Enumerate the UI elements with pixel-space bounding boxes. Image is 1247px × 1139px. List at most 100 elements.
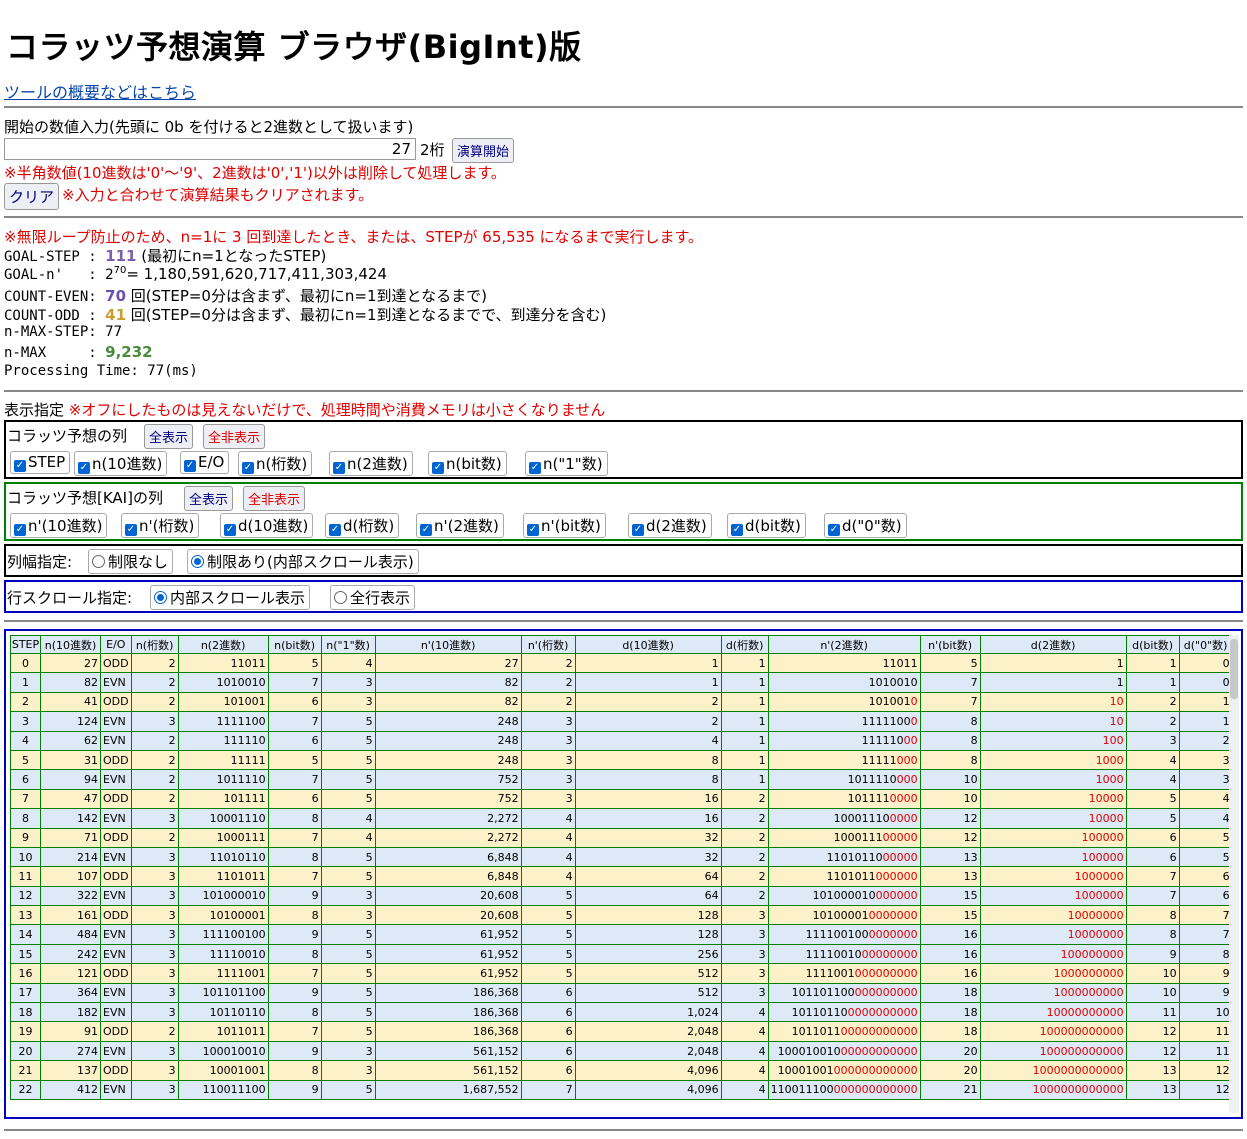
- toggle-n-digits[interactable]: ✓ n(桁数): [238, 451, 313, 476]
- table-cell: 1111001: [177, 963, 269, 984]
- table-cell: 142: [40, 808, 101, 829]
- table-cell: 10: [979, 691, 1127, 713]
- table-cell: 2: [520, 652, 576, 674]
- table-cell: 4: [520, 808, 576, 829]
- table-cell: 1000111: [177, 827, 269, 848]
- table-cell: 2,272: [374, 827, 522, 848]
- table-cell: 5: [320, 866, 376, 887]
- table-cell: 7: [1178, 924, 1233, 945]
- toggle-d-zeros[interactable]: ✓ d("0"数): [824, 513, 907, 538]
- table-cell: 10000: [979, 788, 1127, 810]
- table-cell: 11: [1178, 1021, 1233, 1042]
- table-cell: 3: [520, 711, 576, 732]
- table-cell: 5: [320, 711, 376, 732]
- row-scroll-all[interactable]: 全行表示: [330, 585, 416, 610]
- table-cell: 3: [520, 788, 576, 810]
- table-cell: 32: [574, 827, 722, 848]
- table-scrollbar[interactable]: [1229, 635, 1239, 1113]
- table-cell: 6: [1178, 885, 1233, 907]
- table-cell: EVN: [100, 1040, 132, 1062]
- toggle-d-decimal[interactable]: ✓ d(10進数): [220, 513, 314, 538]
- table-cell: 2: [130, 672, 179, 693]
- toggle-np-digits[interactable]: ✓ n'(桁数): [121, 513, 200, 538]
- start-calc-button[interactable]: 演算開始: [452, 138, 515, 163]
- n-max-value: 9,232: [105, 343, 153, 361]
- collatz-show-all-button[interactable]: 全表示: [144, 424, 194, 449]
- table-cell: 4: [320, 827, 376, 848]
- col-width-unlimited[interactable]: 制限なし: [88, 549, 174, 574]
- table-cell: 62: [40, 730, 101, 751]
- scrollbar-thumb[interactable]: [1230, 639, 1238, 699]
- table-cell: 11010110: [177, 846, 269, 868]
- table-cell: 248: [374, 749, 522, 771]
- table-cell: 1000000000: [979, 963, 1127, 984]
- table-cell: 1: [10, 672, 41, 693]
- toggle-step[interactable]: ✓ STEP: [10, 451, 71, 474]
- divider: [4, 106, 1243, 108]
- table-cell: 4: [720, 1079, 769, 1100]
- table-cell: 5: [919, 652, 981, 674]
- table-cell: 16: [919, 943, 981, 965]
- table-cell: 16: [574, 788, 722, 810]
- table-cell: 100000: [979, 827, 1127, 848]
- col-width-limited[interactable]: 制限あり(内部スクロール表示): [187, 549, 419, 574]
- table-cell: 1111001000000000: [767, 924, 921, 945]
- table-cell: 4: [1125, 749, 1180, 771]
- overview-link[interactable]: ツールの概要などはこちら: [4, 79, 196, 103]
- table-cell: 2: [720, 846, 769, 868]
- toggle-n-ones[interactable]: ✓ n("1"数): [525, 451, 608, 476]
- table-cell: 32: [574, 846, 722, 868]
- table-cell: 2: [130, 730, 179, 751]
- table-cell: 10001110: [177, 808, 269, 829]
- collatz-hide-all-button[interactable]: 全非表示: [203, 424, 266, 449]
- table-cell: 11111000: [767, 730, 921, 751]
- table-cell: 101000010000000: [767, 885, 921, 907]
- table-cell: 9: [267, 885, 322, 907]
- table-cell: EVN: [100, 1079, 132, 1100]
- table-cell: 2: [130, 652, 179, 674]
- table-cell: 121: [40, 963, 101, 984]
- table-cell: 12: [1125, 1021, 1180, 1042]
- toggle-np-decimal[interactable]: ✓ n'(10進数): [10, 513, 108, 538]
- table-cell: ODD: [100, 827, 132, 848]
- toggle-n-decimal[interactable]: ✓ n(10進数): [74, 451, 168, 476]
- kai-hide-all-button[interactable]: 全非表示: [243, 486, 306, 511]
- table-cell: 9: [267, 1079, 322, 1100]
- toggle-d-binary[interactable]: ✓ d(2進数): [628, 513, 712, 538]
- table-cell: 61,952: [374, 924, 522, 945]
- table-cell: 100000000: [979, 943, 1127, 965]
- table-cell: 2: [130, 769, 179, 790]
- toggle-n-binary[interactable]: ✓ n(2進数): [329, 451, 413, 476]
- table-cell: 4,096: [574, 1060, 722, 1081]
- table-cell: 182: [40, 1002, 101, 1023]
- toggle-np-binary[interactable]: ✓ n'(2進数): [416, 513, 504, 538]
- table-cell: 3: [130, 1002, 179, 1023]
- toggle-np-bits[interactable]: ✓ n'(bit数): [523, 513, 606, 538]
- table-cell: 364: [40, 982, 101, 1004]
- table-cell: 3: [320, 672, 376, 693]
- table-cell: 4: [1178, 808, 1233, 829]
- table-cell: 100000000000: [979, 1021, 1127, 1042]
- toggle-d-bits[interactable]: ✓ d(bit数): [727, 513, 806, 538]
- table-cell: 10: [1125, 963, 1180, 984]
- table-cell: 3: [320, 1060, 376, 1081]
- table-cell: 1: [720, 652, 769, 674]
- table-cell: 5: [320, 788, 376, 810]
- toggle-eo[interactable]: ✓ E/O: [180, 451, 230, 474]
- toggle-n-bits[interactable]: ✓ n(bit数): [428, 451, 507, 476]
- clear-button[interactable]: クリア: [4, 183, 60, 210]
- table-row: 9 71 ODD 2 1000111 7 4 2,272 4 32 2 100011100000 12 1…: [10, 827, 1233, 848]
- start-number-input[interactable]: [4, 138, 416, 160]
- result-table-frame[interactable]: STEP n(10進数) E/O n(桁数) n(2進数) n(bit数) n("1"数) n…: [4, 629, 1243, 1119]
- table-cell: 6: [267, 730, 322, 751]
- table-cell: 18: [10, 1002, 41, 1023]
- row-scroll-internal[interactable]: 内部スクロール表示: [150, 585, 311, 610]
- table-cell: 5: [320, 730, 376, 751]
- kai-show-all-button[interactable]: 全表示: [184, 486, 234, 511]
- toggle-d-digits[interactable]: ✓ d(桁数): [325, 513, 400, 538]
- table-cell: 0: [10, 652, 41, 674]
- table-cell: 100: [979, 730, 1127, 751]
- table-cell: 10000: [979, 808, 1127, 829]
- table-cell: 1111001000000000: [767, 963, 921, 984]
- table-cell: 1010010: [767, 672, 921, 693]
